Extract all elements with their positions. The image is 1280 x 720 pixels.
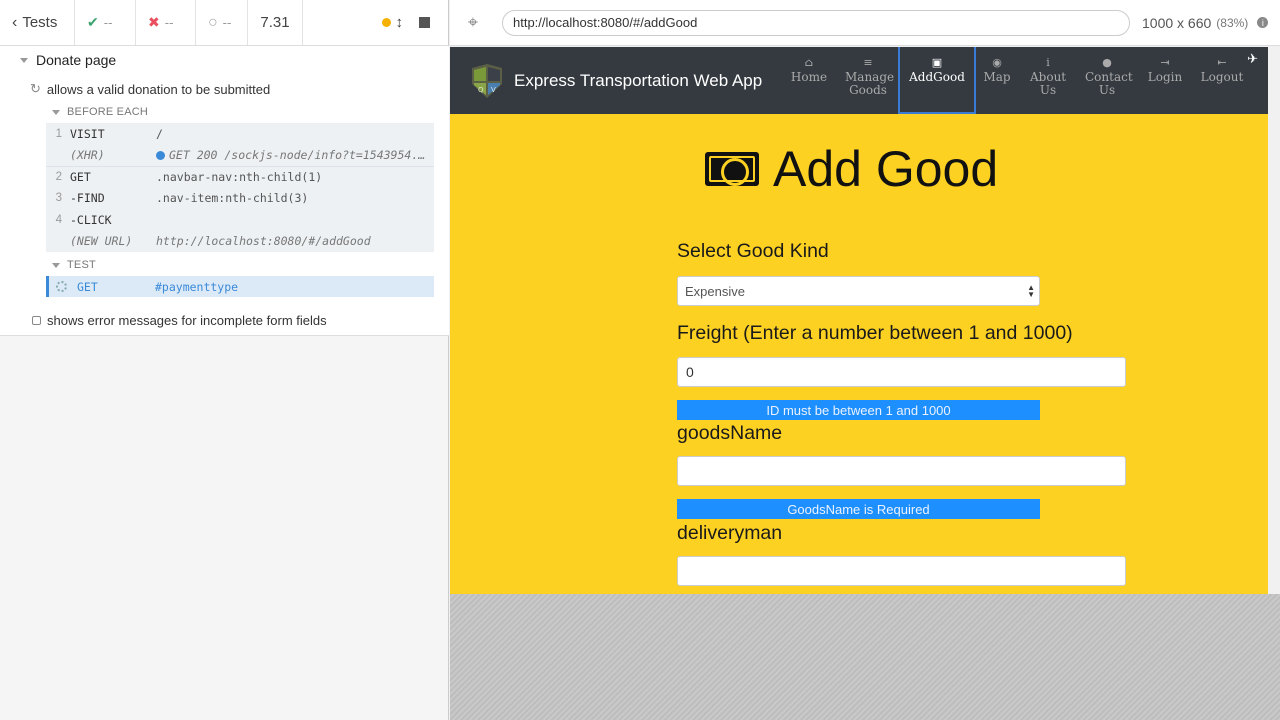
globe-icon: ◉ xyxy=(992,56,1002,69)
select-arrows-icon: ▲ ▼ xyxy=(1027,283,1035,299)
duration: 7.31 xyxy=(248,0,303,45)
command-list: 1 VISIT / (XHR) GET 200 /sockjs-node/inf… xyxy=(46,123,434,252)
active-command-name: GET xyxy=(77,279,98,294)
suite-title[interactable]: Donate page xyxy=(20,52,116,68)
aut-header: ⌖ http://localhost:8080/#/addGood 1000 x… xyxy=(450,0,1280,46)
nav-home[interactable]: ⌂ Home xyxy=(780,47,838,114)
page-title: Add Good xyxy=(705,140,998,198)
money-icon: ▣ xyxy=(931,56,943,69)
test-title-running[interactable]: ↻ allows a valid donation to be submitte… xyxy=(30,81,270,97)
reporter-panel: ‹ Tests ✔ -- ✖ -- ○ -- 7.31 ↕ Donate pag… xyxy=(0,0,449,720)
suite-title-text: Donate page xyxy=(36,52,117,68)
freight-input[interactable]: 0 xyxy=(677,357,1126,387)
brand-logo-icon: Q V xyxy=(472,63,502,98)
failed-count: -- xyxy=(164,15,174,30)
command-row-xhr[interactable]: (XHR) GET 200 /sockjs-node/info?t=154395… xyxy=(46,145,434,167)
viewport-info[interactable]: 1000 x 660 (83%) i xyxy=(1142,14,1269,31)
cypress-runner: ‹ Tests ✔ -- ✖ -- ○ -- 7.31 ↕ Donate pag… xyxy=(0,0,1280,720)
active-command-row[interactable]: GET #paymenttype xyxy=(46,276,434,297)
freight-error: ID must be between 1 and 1000 xyxy=(677,400,1040,420)
list-icon: ≡ xyxy=(863,56,873,69)
active-command-message: #paymenttype xyxy=(155,279,239,294)
info-icon: i xyxy=(1046,56,1050,69)
refresh-icon: ↻ xyxy=(30,81,41,96)
hook-test[interactable]: TEST xyxy=(52,259,96,271)
logout-icon: ⇤ xyxy=(1217,56,1227,69)
command-row[interactable]: 4 -CLICK xyxy=(46,209,434,231)
caret-down-icon xyxy=(52,109,60,115)
passed-stat: ✔ -- xyxy=(75,0,136,45)
nav-manage-goods[interactable]: ≡ Manage Goods xyxy=(838,47,898,114)
info-icon: i xyxy=(1257,17,1269,28)
hook-before-each[interactable]: BEFORE EACH xyxy=(52,106,148,118)
freight-label: Freight (Enter a number between 1 and 10… xyxy=(677,322,1073,344)
chevron-left-icon: ‹ xyxy=(12,13,18,31)
selector-playground-button[interactable]: ⌖ xyxy=(450,0,496,46)
stop-icon[interactable] xyxy=(419,17,430,28)
test-title-text: shows error messages for incomplete form… xyxy=(47,313,327,328)
pending-count: -- xyxy=(222,15,232,30)
circle-icon: ○ xyxy=(208,13,218,31)
failed-stat: ✖ -- xyxy=(136,0,196,45)
caret-down-icon xyxy=(20,57,28,63)
money-bill-icon xyxy=(705,152,759,186)
passed-count: -- xyxy=(103,15,113,30)
select-good-kind-label: Select Good Kind xyxy=(677,240,829,262)
app-iframe: Q V Express Transportation Web App ⌂ Hom… xyxy=(450,47,1280,594)
hook-label: TEST xyxy=(67,259,96,271)
reporter-controls: ↕ xyxy=(303,0,448,45)
deliveryman-input[interactable] xyxy=(677,556,1126,586)
command-row[interactable]: 3 -FIND .nav-item:nth-child(3) xyxy=(46,188,434,210)
nav-logout[interactable]: ⇤ Logout xyxy=(1194,47,1250,114)
reporter-runnables: Donate page ↻ allows a valid donation to… xyxy=(0,46,449,336)
updown-arrow-icon: ↕ xyxy=(395,14,404,31)
pending-stat: ○ -- xyxy=(196,0,248,45)
spinner-icon xyxy=(56,281,67,292)
nav-addgood[interactable]: ▣ AddGood xyxy=(898,47,976,114)
viewport-zoom: (83%) xyxy=(1216,15,1249,30)
x-icon: ✖ xyxy=(148,14,160,30)
page-title-text: Add Good xyxy=(773,141,999,197)
comment-icon: ● xyxy=(1102,56,1112,69)
aut-background xyxy=(450,594,1280,720)
test-title-text: allows a valid donation to be submitted xyxy=(46,81,271,97)
caret-down-icon xyxy=(52,262,60,268)
tests-back-button[interactable]: ‹ Tests xyxy=(0,0,75,45)
viewport-size: 1000 x 660 xyxy=(1142,14,1212,31)
running-dot-icon xyxy=(381,18,391,27)
nav-login[interactable]: ⇥ Login xyxy=(1136,47,1194,114)
brand-text: Express Transportation Web App xyxy=(514,70,763,90)
airplane-icon: ✈ xyxy=(1247,51,1258,66)
nav-items: ⌂ Home ≡ Manage Goods ▣ AddGood ◉ Map i xyxy=(780,47,1250,114)
nav-contact-us[interactable]: ● Contact Us xyxy=(1078,47,1136,114)
deliveryman-label: deliveryman xyxy=(677,522,783,544)
good-kind-select[interactable]: Expensive ▲ ▼ xyxy=(677,276,1040,306)
nav-about-us[interactable]: i About Us xyxy=(1018,47,1078,114)
url-bar[interactable]: http://localhost:8080/#/addGood xyxy=(502,9,1130,36)
svg-text:V: V xyxy=(491,86,496,94)
hook-label: BEFORE EACH xyxy=(67,106,149,118)
brand[interactable]: Q V Express Transportation Web App xyxy=(450,47,780,114)
pending-checkbox-icon xyxy=(32,316,41,325)
goods-name-label: goodsName xyxy=(677,422,783,444)
svg-text:Q: Q xyxy=(478,86,484,94)
command-row[interactable]: 1 VISIT / xyxy=(46,123,434,145)
xhr-status-dot-icon xyxy=(156,150,165,160)
nav-map[interactable]: ◉ Map xyxy=(976,47,1018,114)
auto-scroll-toggle[interactable]: ↕ xyxy=(381,14,404,31)
command-row-new-url[interactable]: (NEW URL) http://localhost:8080/#/addGoo… xyxy=(46,231,434,253)
home-icon: ⌂ xyxy=(804,56,814,69)
login-icon: ⇥ xyxy=(1160,56,1170,69)
goods-name-input[interactable] xyxy=(677,456,1126,486)
crosshair-icon: ⌖ xyxy=(467,12,479,32)
tests-label: Tests xyxy=(22,14,58,31)
good-kind-select-value: Expensive xyxy=(685,283,745,299)
scrollbar[interactable] xyxy=(1271,57,1278,417)
test-title-pending[interactable]: shows error messages for incomplete form… xyxy=(32,313,327,328)
goods-name-error: GoodsName is Required xyxy=(677,499,1040,519)
reporter-header: ‹ Tests ✔ -- ✖ -- ○ -- 7.31 ↕ xyxy=(0,0,448,46)
app-navbar: Q V Express Transportation Web App ⌂ Hom… xyxy=(450,47,1268,114)
command-row[interactable]: 2 GET .navbar-nav:nth-child(1) xyxy=(46,166,434,188)
check-icon: ✔ xyxy=(87,14,99,30)
